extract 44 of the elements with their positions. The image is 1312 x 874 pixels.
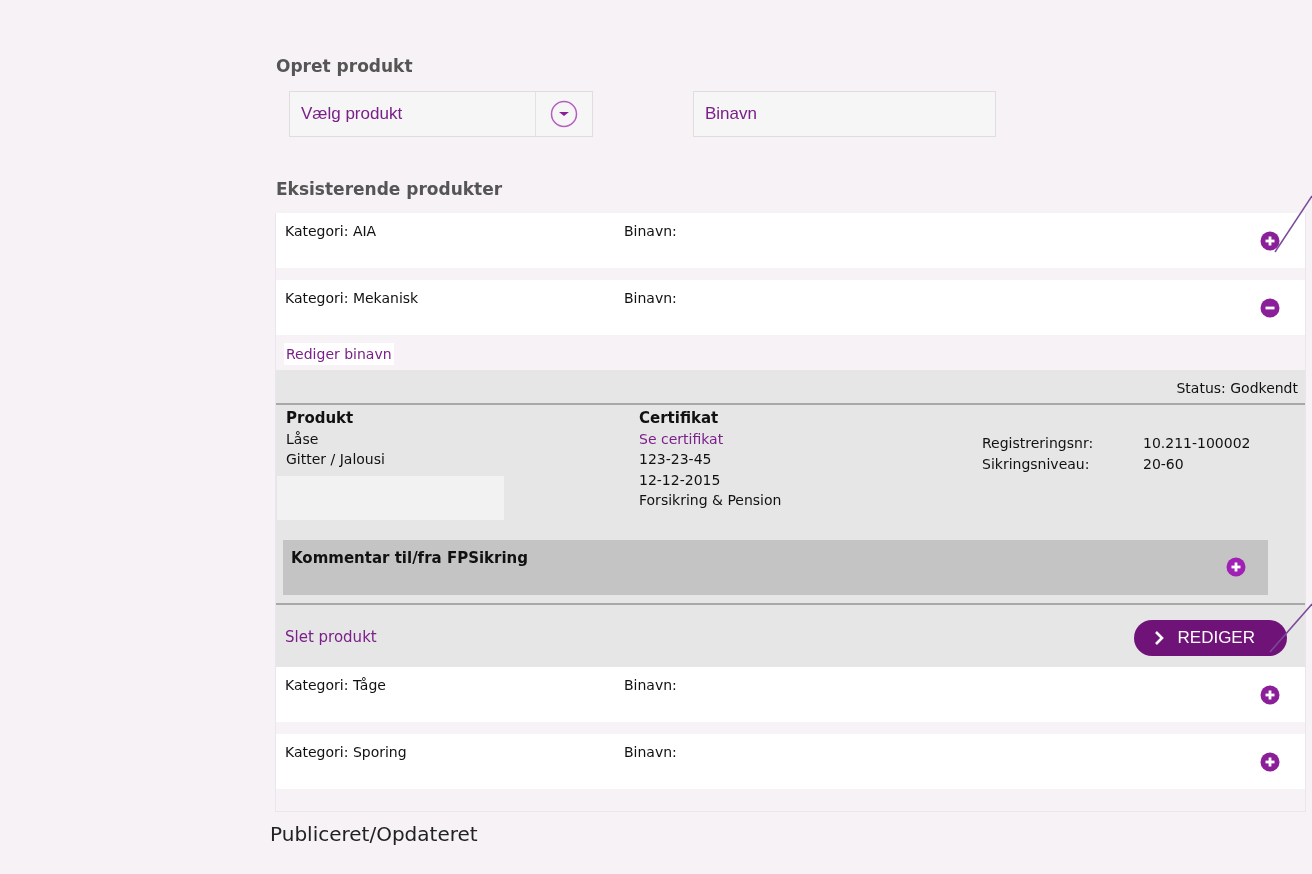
binavn-label: Binavn: bbox=[624, 290, 677, 308]
field-value: 20-60 bbox=[1143, 454, 1184, 474]
section-heading: Eksisterende produkter bbox=[276, 179, 504, 199]
comment-panel[interactable]: Kommentar til/fra FPSikring bbox=[283, 540, 1268, 595]
delete-product-link[interactable]: Slet produkt bbox=[285, 628, 377, 646]
certificate-info: Forsikring & Pension bbox=[639, 491, 782, 510]
product-dropdown[interactable]: Vælg produkt bbox=[289, 91, 593, 137]
field-value: 10.211-100002 bbox=[1143, 434, 1251, 453]
product-item: Låse bbox=[286, 429, 320, 449]
collapse-icon[interactable] bbox=[1260, 298, 1280, 318]
field-label: Registreringsnr: bbox=[982, 434, 1095, 453]
column-heading: Certifikat bbox=[639, 408, 719, 429]
certificate-info: 123-23-45 bbox=[639, 450, 712, 469]
edit-button[interactable]: REDIGER bbox=[1133, 620, 1287, 656]
binavn-label: Binavn: bbox=[624, 744, 677, 762]
product-row[interactable]: Kategori: Sporing Binavn: bbox=[276, 734, 1305, 789]
category-label: Kategori: Mekanisk bbox=[285, 290, 420, 308]
published-updated-text: Publiceret/Opdateret bbox=[270, 822, 479, 846]
leader-line bbox=[1269, 603, 1312, 653]
expand-icon[interactable] bbox=[1260, 752, 1280, 772]
category-label: Kategori: AIA bbox=[285, 223, 378, 241]
chevron-right-icon bbox=[1153, 631, 1164, 645]
binavn-field[interactable]: Binavn bbox=[693, 91, 996, 137]
category-label: Kategori: Sporing bbox=[285, 744, 408, 762]
certificate-info: 12-12-2015 bbox=[639, 470, 721, 490]
binavn-label: Binavn: bbox=[624, 677, 677, 695]
field-label: Sikringsniveau: bbox=[982, 454, 1091, 474]
certificate-link[interactable]: Se certifikat bbox=[639, 428, 724, 449]
product-item: Gitter / Jalousi bbox=[286, 450, 386, 469]
product-row[interactable]: Kategori: AIA Binavn: bbox=[276, 213, 1305, 268]
status-text: Status: Godkendt bbox=[1176, 380, 1298, 396]
comment-title: Kommentar til/fra FPSikring bbox=[291, 549, 528, 567]
edit-name-link[interactable]: Rediger binavn bbox=[284, 343, 394, 365]
expand-icon[interactable] bbox=[1226, 557, 1246, 577]
section-heading: Opret produkt bbox=[276, 56, 414, 76]
column-heading: Produkt bbox=[286, 408, 355, 429]
leader-line bbox=[1274, 195, 1312, 253]
category-label: Kategori: Tåge bbox=[285, 677, 387, 695]
chevron-down-icon bbox=[550, 100, 578, 128]
product-row[interactable]: Kategori: Tåge Binavn: bbox=[276, 667, 1305, 722]
expand-icon[interactable] bbox=[1260, 685, 1280, 705]
binavn-label: Binavn: bbox=[624, 223, 677, 241]
expand-icon[interactable] bbox=[1260, 231, 1280, 251]
product-row[interactable]: Kategori: Mekanisk Binavn: bbox=[276, 280, 1305, 335]
